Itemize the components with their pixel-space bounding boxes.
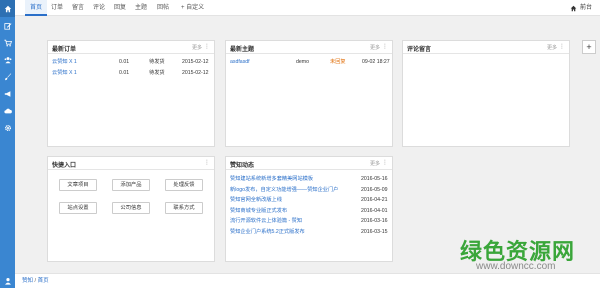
list-item[interactable]: 新logo发布，自定义功能增强——赞知企业门户 2016-05-09 — [226, 185, 392, 195]
quick-button-company-info[interactable]: 公司信息 — [112, 202, 150, 214]
news-title[interactable]: 流行开源软件云上体验篇 - 赞知 — [230, 216, 302, 226]
front-link[interactable]: 前台 — [570, 0, 592, 16]
gear-icon[interactable] — [0, 119, 15, 136]
menu-icon[interactable]: ⋮ — [382, 159, 388, 166]
add-custom-tab-button[interactable]: + 自定义 — [181, 0, 204, 16]
panel-title: 赞知动态 — [230, 163, 255, 169]
list-item[interactable]: 赞知建站系统新增多套精美网站模板 2016-05-16 — [226, 174, 392, 184]
add-panel-button[interactable]: + — [582, 40, 596, 54]
order-date: 2015-02-12 — [182, 70, 209, 76]
news-date: 2016-03-16 — [361, 218, 388, 224]
table-row[interactable]: 云赞知 X 1 0.01 待发货 2015-02-12 — [48, 57, 214, 67]
quick-button-articles[interactable]: 文章项目 — [59, 179, 97, 191]
panel-header: 赞知动态 更多 ⋮ — [226, 157, 392, 170]
cart-icon[interactable] — [0, 34, 15, 51]
front-label: 前台 — [579, 5, 592, 11]
topic-date: 09-02 18:27 — [362, 59, 390, 65]
order-price: 0.01 — [119, 59, 130, 65]
brush-icon[interactable] — [0, 68, 15, 85]
quick-button-contact[interactable]: 联系方式 — [165, 202, 203, 214]
table-row[interactable]: asdfasdf demo 未回复 09-02 18:27 — [226, 57, 392, 67]
list-item[interactable]: 赞知企业门户系统5.2正式版发布 2016-03-15 — [226, 227, 392, 237]
megaphone-icon[interactable] — [0, 85, 15, 102]
menu-icon[interactable]: ⋮ — [559, 43, 565, 50]
tab-home[interactable]: 首页 — [25, 0, 47, 16]
panel-header: 最新主题 更多 ⋮ — [226, 41, 392, 54]
breadcrumb: 赞知 / 首页 — [15, 273, 600, 288]
menu-icon[interactable]: ⋮ — [204, 43, 210, 50]
users-icon[interactable] — [0, 51, 15, 68]
menu-icon[interactable]: ⋮ — [382, 43, 388, 50]
tab-orders[interactable]: 订单 — [51, 0, 63, 16]
news-title[interactable]: 新logo发布，自定义功能增强——赞知企业门户 — [230, 185, 338, 195]
quick-button-feedback[interactable]: 处理反馈 — [165, 179, 203, 191]
news-panel: 赞知动态 更多 ⋮ 赞知建站系统新增多套精美网站模板 2016-05-16 新l… — [225, 156, 393, 262]
news-date: 2016-03-15 — [361, 228, 388, 235]
news-date: 2016-04-01 — [361, 207, 388, 214]
top-nav: 首页 订单 留言 评论 回复 主题 回帖 + 自定义 前台 — [15, 0, 600, 16]
quick-entry-panel: 快捷入口 ⋮ 文章项目 添加产品 处理反馈 站点设置 公司信息 联系方式 — [47, 156, 215, 262]
news-date: 2016-04-21 — [361, 197, 388, 203]
edit-icon[interactable] — [0, 17, 15, 34]
comments-panel: 评论留言 更多 ⋮ — [402, 40, 570, 147]
orders-panel: 最新订单 更多 ⋮ 云赞知 X 1 0.01 待发货 2015-02-12 云赞… — [47, 40, 215, 147]
panel-header: 快捷入口 ⋮ — [48, 157, 214, 170]
watermark-url: www.downcc.com — [476, 261, 556, 272]
table-row[interactable]: 云赞知 X 1 0.01 待发货 2015-02-12 — [48, 68, 214, 78]
panel-header: 最新订单 更多 ⋮ — [48, 41, 214, 54]
order-name[interactable]: 云赞知 X 1 — [52, 57, 77, 67]
panel-title: 最新订单 — [52, 47, 77, 53]
topic-status: 未回复 — [330, 59, 346, 65]
tab-posts[interactable]: 回帖 — [157, 0, 169, 16]
order-name[interactable]: 云赞知 X 1 — [52, 68, 77, 78]
tab-comments[interactable]: 评论 — [93, 0, 105, 16]
list-item[interactable]: 赞知官网全新改版上线 2016-04-21 — [226, 195, 392, 205]
tab-messages[interactable]: 留言 — [72, 0, 84, 16]
sidebar — [0, 0, 15, 288]
news-title[interactable]: 赞知商城专业版正式发布 — [230, 206, 287, 216]
quick-button-add-product[interactable]: 添加产品 — [112, 179, 150, 191]
home-icon[interactable] — [0, 0, 15, 17]
tab-replies[interactable]: 回复 — [114, 0, 126, 16]
more-link[interactable]: 更多 — [370, 160, 380, 167]
panel-title: 最新主题 — [230, 47, 255, 53]
more-link[interactable]: 更多 — [547, 44, 557, 51]
panel-title: 快捷入口 — [52, 163, 77, 169]
breadcrumb-root[interactable]: 赞知 — [22, 278, 33, 284]
topic-title[interactable]: asdfasdf — [230, 57, 250, 67]
order-status: 待发货 — [149, 70, 165, 76]
panel-header: 评论留言 更多 ⋮ — [403, 41, 569, 54]
order-price: 0.01 — [119, 70, 130, 76]
quick-button-site-settings[interactable]: 站点设置 — [59, 202, 97, 214]
panel-title: 评论留言 — [407, 47, 432, 53]
house-icon — [570, 5, 577, 11]
topic-user: demo — [296, 59, 309, 65]
more-link[interactable]: 更多 — [192, 44, 202, 51]
cloud-icon[interactable] — [0, 102, 15, 119]
news-date: 2016-05-16 — [361, 176, 388, 182]
order-date: 2015-02-12 — [182, 59, 209, 65]
news-title[interactable]: 赞知企业门户系统5.2正式版发布 — [230, 227, 305, 237]
user-icon[interactable] — [0, 273, 15, 288]
order-status: 待发货 — [149, 59, 165, 65]
news-date: 2016-05-09 — [361, 186, 388, 193]
list-item[interactable]: 赞知商城专业版正式发布 2016-04-01 — [226, 206, 392, 216]
tab-topics[interactable]: 主题 — [135, 0, 147, 16]
news-title[interactable]: 赞知官网全新改版上线 — [230, 195, 282, 205]
breadcrumb-current[interactable]: 首页 — [38, 278, 49, 284]
menu-icon[interactable]: ⋮ — [204, 159, 210, 166]
topics-panel: 最新主题 更多 ⋮ asdfasdf demo 未回复 09-02 18:27 — [225, 40, 393, 147]
more-link[interactable]: 更多 — [370, 44, 380, 51]
news-title[interactable]: 赞知建站系统新增多套精美网站模板 — [230, 174, 313, 184]
list-item[interactable]: 流行开源软件云上体验篇 - 赞知 2016-03-16 — [226, 216, 392, 226]
